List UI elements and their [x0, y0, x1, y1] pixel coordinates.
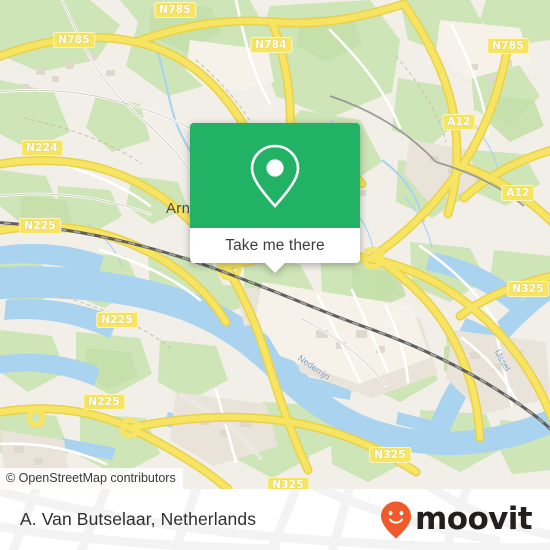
osm-attribution[interactable]: © OpenStreetMap contributors: [0, 468, 183, 489]
popup-tail: [264, 262, 286, 273]
take-me-there-popup[interactable]: Take me there: [190, 123, 360, 273]
road-shield-n325: N325: [369, 447, 411, 463]
road-shield-n225: N225: [19, 218, 61, 234]
moovit-logo[interactable]: moovit: [380, 500, 533, 540]
road-shield-n785: N785: [487, 38, 529, 54]
take-me-there-label: Take me there: [225, 236, 325, 254]
footer-bar: A. Van Butselaar, Netherlands moovit: [0, 489, 550, 550]
map-canvas[interactable]: Arnhem Nederrijn IJssel N785 N784 N785 N…: [0, 0, 550, 489]
road-shield-n785: N785: [53, 32, 95, 48]
road-shield-n785: N785: [154, 2, 196, 18]
popup-action-area[interactable]: Take me there: [190, 228, 360, 263]
road-shield-n784: N784: [250, 37, 292, 53]
road-shield-n225: N225: [96, 312, 138, 328]
place-name: A. Van Butselaar, Netherlands: [20, 509, 257, 529]
road-shield-n225: N225: [83, 394, 125, 410]
moovit-smiley-pin-icon: [381, 501, 412, 538]
moovit-wordmark: moovit: [415, 501, 533, 537]
road-shield-n224: N224: [21, 140, 63, 156]
map-pin-icon: [250, 144, 300, 208]
popup-icon-area: [190, 123, 360, 228]
moovit-place-card: Arnhem Nederrijn IJssel N785 N784 N785 N…: [0, 0, 550, 550]
road-shield-n325: N325: [507, 281, 549, 297]
road-shield-n325: N325: [267, 477, 309, 489]
road-shield-a12: A12: [501, 185, 535, 201]
road-shield-a12: A12: [442, 114, 476, 130]
